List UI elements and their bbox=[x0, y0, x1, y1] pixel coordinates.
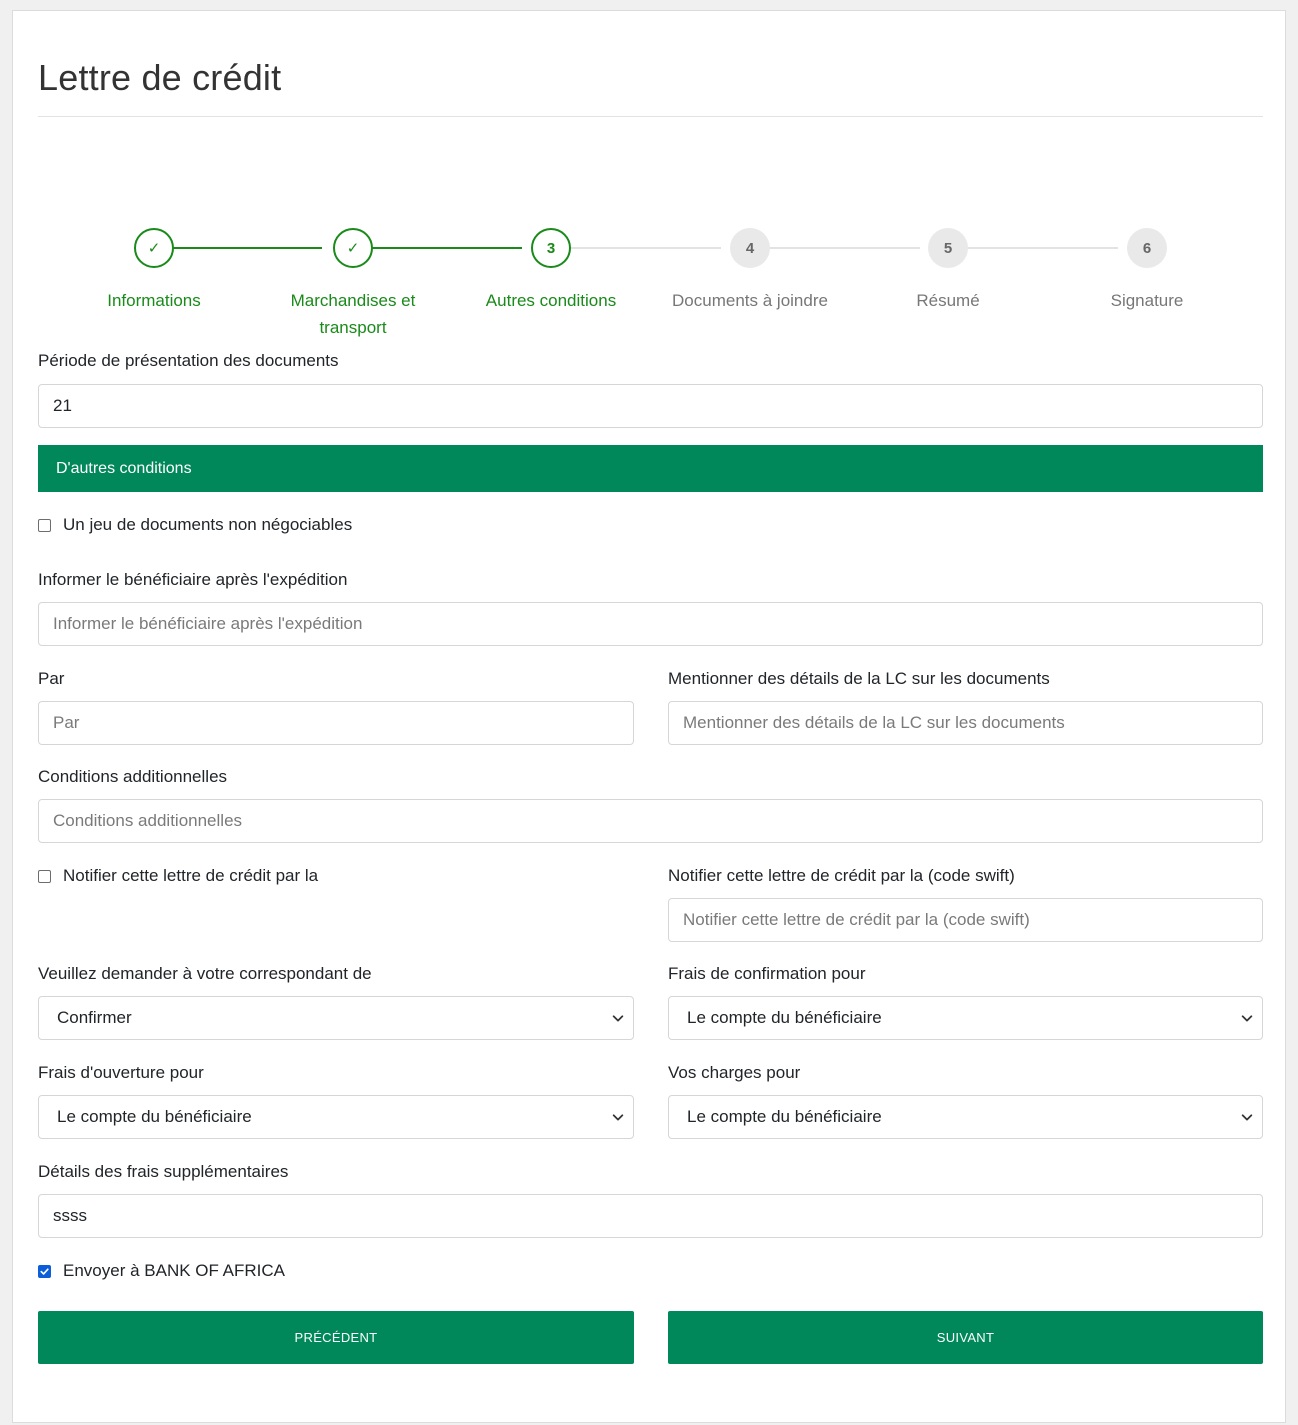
chevron-down-icon bbox=[612, 1114, 624, 1121]
step-check-icon: ✓ bbox=[134, 228, 174, 268]
presentation-period-label: Période de présentation des documents bbox=[38, 351, 339, 370]
step-label: Signature bbox=[1110, 291, 1184, 310]
step-number: 6 bbox=[1127, 228, 1167, 268]
additional-conditions-input[interactable] bbox=[38, 799, 1263, 843]
step-connector-1 bbox=[164, 247, 322, 249]
next-button[interactable]: SUIVANT bbox=[668, 1311, 1263, 1364]
opening-fees-select[interactable]: Le compte du bénéficiaire bbox=[38, 1095, 634, 1139]
extra-fees-label: Détails des frais supplémentaires bbox=[38, 1162, 289, 1181]
send-to-bank-row[interactable]: Envoyer à BANK OF AFRICA bbox=[38, 1261, 285, 1281]
your-charges-select[interactable]: Le compte du bénéficiaire bbox=[668, 1095, 1263, 1139]
previous-button[interactable]: PRÉCÉDENT bbox=[38, 1311, 634, 1364]
lc-details-input[interactable] bbox=[668, 701, 1263, 745]
correspondent-select[interactable]: Confirmer bbox=[38, 996, 634, 1040]
step-label: Autres conditions bbox=[485, 291, 617, 310]
send-to-bank-label: Envoyer à BANK OF AFRICA bbox=[63, 1261, 286, 1280]
confirmation-fees-label: Frais de confirmation pour bbox=[668, 964, 866, 983]
letter-of-credit-card: Lettre de crédit ✓ Informations ✓ Marcha… bbox=[12, 10, 1286, 1423]
chevron-down-icon bbox=[1241, 1114, 1253, 1121]
step-connector-2 bbox=[364, 247, 522, 249]
step-connector-4 bbox=[762, 247, 920, 249]
notify-checkbox[interactable] bbox=[38, 869, 51, 883]
page-title: Lettre de crédit bbox=[38, 57, 282, 98]
title-divider bbox=[38, 116, 1263, 117]
your-charges-selected: Le compte du bénéficiaire bbox=[687, 1107, 882, 1126]
inform-beneficiary-input[interactable] bbox=[38, 602, 1263, 646]
step-connector-5 bbox=[960, 247, 1118, 249]
by-label: Par bbox=[38, 669, 65, 688]
step-label: Marchandises et transport bbox=[290, 291, 416, 337]
opening-fees-selected: Le compte du bénéficiaire bbox=[57, 1107, 252, 1126]
step-label: Informations bbox=[107, 291, 201, 310]
step-connector-3 bbox=[563, 247, 721, 249]
confirmation-fees-select[interactable]: Le compte du bénéficiaire bbox=[668, 996, 1263, 1040]
wizard-stepper: ✓ Informations ✓ Marchandises et transpo… bbox=[38, 225, 1263, 345]
opening-fees-label: Frais d'ouverture pour bbox=[38, 1063, 204, 1082]
non-negotiable-row[interactable]: Un jeu de documents non négociables bbox=[38, 515, 352, 535]
step-label: Résumé bbox=[916, 291, 980, 310]
step-label: Documents à joindre bbox=[672, 291, 828, 310]
inform-beneficiary-label: Informer le bénéficiaire après l'expédit… bbox=[38, 570, 348, 589]
non-negotiable-label: Un jeu de documents non négociables bbox=[63, 515, 353, 534]
checkmark-icon bbox=[40, 1267, 49, 1275]
send-to-bank-checkbox[interactable] bbox=[38, 1264, 51, 1278]
step-number: 4 bbox=[730, 228, 770, 268]
lc-details-label: Mentionner des détails de la LC sur les … bbox=[668, 669, 1050, 688]
presentation-period-input[interactable]: 21 bbox=[38, 384, 1263, 428]
your-charges-label: Vos charges pour bbox=[668, 1063, 801, 1082]
notify-swift-input[interactable] bbox=[668, 898, 1263, 942]
by-input[interactable] bbox=[38, 701, 634, 745]
additional-conditions-label: Conditions additionnelles bbox=[38, 767, 228, 786]
notify-swift-label: Notifier cette lettre de crédit par la (… bbox=[668, 866, 1015, 885]
notify-label: Notifier cette lettre de crédit par la bbox=[63, 866, 319, 885]
step-number: 5 bbox=[928, 228, 968, 268]
other-conditions-section-header: D'autres conditions bbox=[38, 445, 1263, 492]
step-check-icon: ✓ bbox=[333, 228, 373, 268]
chevron-down-icon bbox=[612, 1015, 624, 1022]
step-number: 3 bbox=[531, 228, 571, 268]
notify-row[interactable]: Notifier cette lettre de crédit par la bbox=[38, 866, 318, 886]
chevron-down-icon bbox=[1241, 1015, 1253, 1022]
confirmation-fees-selected: Le compte du bénéficiaire bbox=[687, 1008, 882, 1027]
correspondent-selected: Confirmer bbox=[57, 1008, 132, 1027]
non-negotiable-checkbox[interactable] bbox=[38, 518, 51, 532]
extra-fees-input[interactable]: ssss bbox=[38, 1194, 1263, 1238]
correspondent-label: Veuillez demander à votre correspondant … bbox=[38, 964, 372, 983]
